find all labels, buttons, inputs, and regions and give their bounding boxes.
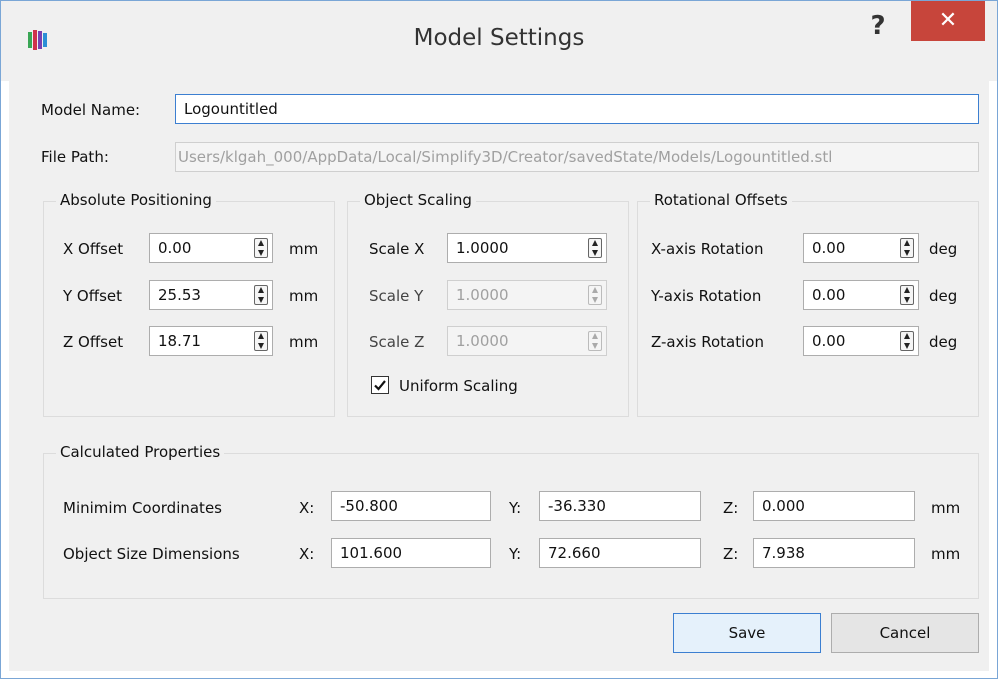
z-rotation-unit: deg: [929, 333, 958, 351]
x-offset-label: X Offset: [63, 240, 124, 258]
min-z-field[interactable]: 0.000: [753, 491, 915, 521]
help-icon[interactable]: ?: [863, 11, 893, 41]
calculated-properties-group: Calculated Properties: [43, 443, 979, 599]
y-offset-label: Y Offset: [63, 287, 122, 305]
y-offset-value: 25.53: [158, 286, 201, 304]
min-x-axis-label: X:: [299, 499, 315, 517]
size-z-axis-label: Z:: [723, 545, 739, 563]
spin-arrows-icon[interactable]: [254, 285, 268, 305]
file-path-label: File Path:: [41, 148, 109, 166]
z-offset-value: 18.71: [158, 332, 201, 350]
model-settings-dialog: Model Settings ? ✕ Model Name: Logountit…: [0, 0, 998, 679]
z-offset-label: Z Offset: [63, 333, 124, 351]
scale-y-label: Scale Y: [369, 287, 424, 305]
spin-arrows-icon[interactable]: [588, 238, 602, 258]
y-offset-input[interactable]: 25.53: [149, 280, 273, 310]
scale-z-input: 1.0000: [447, 326, 607, 356]
z-offset-input[interactable]: 18.71: [149, 326, 273, 356]
y-offset-unit: mm: [289, 287, 319, 305]
cancel-button[interactable]: Cancel: [831, 613, 979, 653]
close-icon: ✕: [938, 8, 958, 33]
z-rotation-input[interactable]: 0.00: [803, 326, 919, 356]
window-title: Model Settings: [413, 25, 585, 51]
spin-arrows-icon[interactable]: [900, 238, 914, 258]
uniform-scaling-label[interactable]: Uniform Scaling: [399, 377, 518, 395]
calculated-properties-title: Calculated Properties: [56, 443, 225, 461]
size-y-field[interactable]: 72.660: [539, 538, 701, 568]
z-rotation-value: 0.00: [812, 332, 846, 350]
x-rotation-label: X-axis Rotation: [651, 240, 764, 258]
object-size-label: Object Size Dimensions: [63, 545, 240, 563]
model-name-input[interactable]: Logountitled: [175, 94, 979, 124]
size-x-field[interactable]: 101.600: [331, 538, 491, 568]
min-coordinates-unit: mm: [931, 499, 961, 517]
x-rotation-unit: deg: [929, 240, 958, 258]
spin-arrows-icon[interactable]: [900, 285, 914, 305]
min-coordinates-label: Minimim Coordinates: [63, 499, 222, 517]
model-name-label: Model Name:: [41, 101, 141, 119]
title-bar[interactable]: Model Settings ? ✕: [1, 1, 997, 81]
checkmark-icon: [374, 380, 386, 391]
close-button[interactable]: ✕: [911, 1, 985, 41]
spin-arrows-icon[interactable]: [900, 331, 914, 351]
min-z-axis-label: Z:: [723, 499, 739, 517]
spin-arrows-icon: [588, 285, 602, 305]
scale-x-label: Scale X: [369, 240, 425, 258]
dialog-body: Model Name: Logountitled File Path: User…: [9, 81, 989, 671]
uniform-scaling-checkbox[interactable]: [371, 376, 389, 394]
absolute-positioning-title: Absolute Positioning: [56, 191, 216, 209]
x-offset-value: 0.00: [158, 239, 192, 257]
scale-z-label: Scale Z: [369, 333, 425, 351]
y-rotation-input[interactable]: 0.00: [803, 280, 919, 310]
spin-arrows-icon[interactable]: [254, 331, 268, 351]
x-rotation-input[interactable]: 0.00: [803, 233, 919, 263]
size-x-axis-label: X:: [299, 545, 315, 563]
y-rotation-value: 0.00: [812, 286, 846, 304]
rotational-offsets-title: Rotational Offsets: [650, 191, 792, 209]
z-rotation-label: Z-axis Rotation: [651, 333, 764, 351]
save-button[interactable]: Save: [673, 613, 821, 653]
y-rotation-label: Y-axis Rotation: [651, 287, 762, 305]
scale-x-value: 1.0000: [456, 239, 509, 257]
x-rotation-value: 0.00: [812, 239, 846, 257]
scale-y-value: 1.0000: [456, 286, 509, 304]
min-x-field[interactable]: -50.800: [331, 491, 491, 521]
object-size-unit: mm: [931, 545, 961, 563]
scale-y-input: 1.0000: [447, 280, 607, 310]
file-path-field: Users/klgah_000/AppData/Local/Simplify3D…: [175, 142, 979, 172]
x-offset-unit: mm: [289, 240, 319, 258]
min-y-field[interactable]: -36.330: [539, 491, 701, 521]
spin-arrows-icon: [588, 331, 602, 351]
size-z-field[interactable]: 7.938: [753, 538, 915, 568]
scale-x-input[interactable]: 1.0000: [447, 233, 607, 263]
scale-z-value: 1.0000: [456, 332, 509, 350]
y-rotation-unit: deg: [929, 287, 958, 305]
spin-arrows-icon[interactable]: [254, 238, 268, 258]
x-offset-input[interactable]: 0.00: [149, 233, 273, 263]
size-y-axis-label: Y:: [509, 545, 522, 563]
min-y-axis-label: Y:: [509, 499, 522, 517]
object-scaling-title: Object Scaling: [360, 191, 476, 209]
z-offset-unit: mm: [289, 333, 319, 351]
